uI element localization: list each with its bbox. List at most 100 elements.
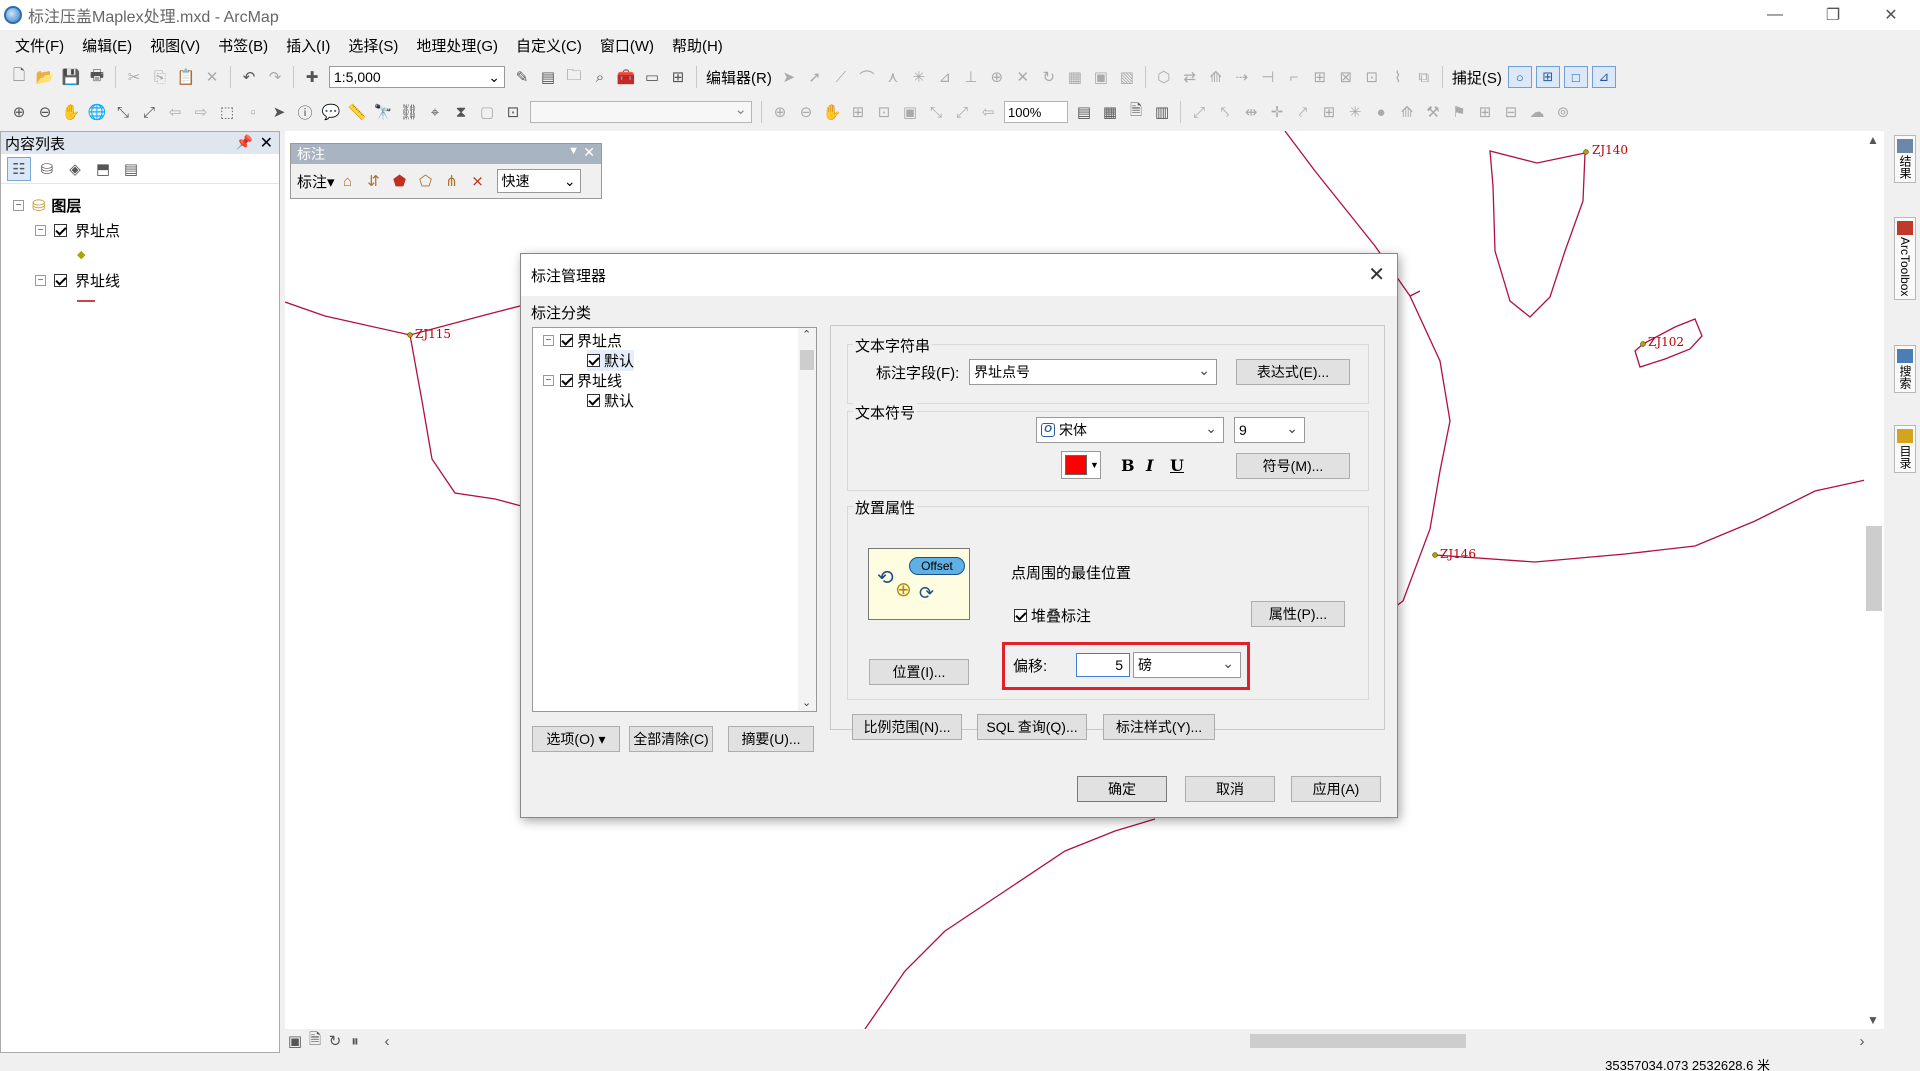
remove-labels-icon[interactable]: ⨯ (467, 170, 489, 192)
html-popup-icon[interactable]: 💬 (320, 101, 342, 123)
edit-vertices-icon[interactable]: ⊿ (934, 66, 956, 88)
point-snapping-icon[interactable]: ○ (1507, 66, 1532, 88)
zoom-in-icon[interactable]: ⊕ (8, 101, 30, 123)
menu-customize[interactable]: 自定义(C) (507, 35, 591, 56)
layout-back-icon[interactable]: ⇦ (977, 101, 999, 123)
end-point-arc-icon[interactable]: ⌒ (856, 66, 878, 88)
globe-icon[interactable]: ● (1370, 101, 1392, 123)
edit-tool-icon[interactable]: ➤ (778, 66, 800, 88)
extend-icon[interactable]: ⇢ (1231, 66, 1253, 88)
label-classes-tree[interactable]: − 界址点 默认 − 界址线 默认 ⌃ ⌄ (532, 327, 817, 712)
list-scrollbar[interactable]: ⌃ ⌄ (798, 328, 816, 711)
georeferencing-icon[interactable]: ⇄ (1179, 66, 1201, 88)
position-button[interactable]: 位置(I)... (869, 659, 969, 685)
editor-menu[interactable]: 编辑器(R) (702, 67, 776, 88)
scroll-up-icon[interactable]: ▲ (1867, 133, 1879, 147)
edit-annotation-icon[interactable]: ➚ (804, 66, 826, 88)
advanced-edit-icon[interactable]: ⟰ (1205, 66, 1227, 88)
editor-toolbar-icon[interactable]: ✎ (511, 66, 533, 88)
snapping-menu[interactable]: 捕捉(S) (1448, 67, 1506, 88)
menu-selection[interactable]: 选择(S) (339, 35, 407, 56)
toc-layer-row[interactable]: − 界址点 (35, 220, 120, 241)
class-tree-row-selected[interactable]: 默认 (587, 350, 635, 371)
dock-tab-catalog[interactable]: 目录 (1894, 425, 1916, 473)
italic-button[interactable]: I (1146, 456, 1153, 475)
scroll-left-icon[interactable]: ‹ (379, 1030, 395, 1052)
layer-visibility-checkbox[interactable] (54, 224, 67, 237)
scale-range-button[interactable]: 比例范围(N)... (852, 714, 962, 740)
line-intersection-icon[interactable]: ⊞ (1309, 66, 1331, 88)
bold-button[interactable]: B (1121, 456, 1135, 475)
layout-fixed-in-icon[interactable]: ⤡ (925, 101, 947, 123)
list-by-selection-icon[interactable]: ⬒ (91, 157, 115, 181)
class-checkbox[interactable] (587, 354, 600, 367)
pause-labeling-icon[interactable]: ⬠ (415, 170, 437, 192)
find-icon[interactable]: 🔭 (372, 101, 394, 123)
smooth-icon[interactable]: ⌇ (1387, 66, 1409, 88)
undo-icon[interactable]: ↶ (238, 66, 260, 88)
add-control-points-icon[interactable]: ✛ (1266, 101, 1288, 123)
stack-label-checkbox[interactable] (1014, 609, 1027, 622)
summary-button[interactable]: 摘要(U)... (728, 726, 814, 752)
class-checkbox[interactable] (560, 334, 573, 347)
new-document-icon[interactable]: 🗋 (8, 66, 30, 88)
arctoolbox-icon[interactable]: 🧰 (615, 66, 637, 88)
tool-b-icon[interactable]: ⊞ (1474, 101, 1496, 123)
view-unplaced-labels-icon[interactable]: ⋔ (441, 170, 463, 192)
model-builder-icon[interactable]: ⊞ (667, 66, 689, 88)
list-by-visibility-icon[interactable]: ◈ (63, 157, 87, 181)
print-icon[interactable]: 🖶 (86, 66, 108, 88)
toc-root-row[interactable]: − ⛁ 图层 (13, 195, 81, 216)
fixed-zoom-in-icon[interactable]: ⤡ (112, 101, 134, 123)
close-button[interactable]: ✕ (1862, 0, 1920, 30)
paste-icon[interactable]: 📋 (175, 66, 197, 88)
split-icon[interactable]: ✕ (1012, 66, 1034, 88)
refresh-icon[interactable]: ↻ (327, 1030, 343, 1052)
data-driven-pages-icon[interactable]: ▥ (1151, 101, 1173, 123)
placement-properties-button[interactable]: 属性(P)... (1251, 601, 1345, 627)
clear-selection-icon[interactable]: ▫ (242, 101, 264, 123)
layout-zoom-whole-icon[interactable]: ⊡ (873, 101, 895, 123)
add-data-icon[interactable]: ✚ (301, 66, 323, 88)
underline-button[interactable]: U (1170, 456, 1184, 475)
menu-insert[interactable]: 插入(I) (277, 35, 339, 56)
trace-icon[interactable]: ⋏ (882, 66, 904, 88)
font-size-combo[interactable]: 9 ⌄ (1234, 417, 1305, 443)
dock-tab-arctoolbox[interactable]: ArcToolbox (1894, 217, 1916, 301)
menu-file[interactable]: 文件(F) (6, 35, 73, 56)
labeling-menu[interactable]: 标注▾ (297, 171, 335, 192)
line-symbol[interactable] (77, 300, 95, 302)
scroll-down-icon[interactable]: ▼ (1867, 1013, 1879, 1027)
select-elements-icon[interactable]: ➤ (268, 101, 290, 123)
table-of-contents-icon[interactable]: ▤ (537, 66, 559, 88)
class-tree-row[interactable]: − 界址线 (543, 370, 622, 391)
label-field-combo[interactable]: 界址点号 ⌄ (969, 359, 1217, 385)
layout-full-extent-icon[interactable]: ⊞ (847, 101, 869, 123)
toc-layer-row[interactable]: − 界址线 (35, 270, 120, 291)
attributes-icon[interactable]: ▦ (1064, 66, 1086, 88)
dialog-title-bar[interactable]: 标注管理器 ✕ (521, 254, 1397, 296)
offset-input[interactable]: 5 (1076, 653, 1130, 677)
point-symbol[interactable]: ◆ (77, 248, 85, 261)
trim-icon[interactable]: ⊣ (1257, 66, 1279, 88)
data-frame-icon[interactable]: ⊡ (502, 101, 524, 123)
label-priority-icon[interactable]: ⇵ (363, 170, 385, 192)
layout-fixed-out-icon[interactable]: ⤢ (951, 101, 973, 123)
edge-snapping-icon[interactable]: ⊿ (1591, 66, 1616, 88)
class-checkbox[interactable] (560, 374, 573, 387)
georef-rotate-icon[interactable]: ⤢ (1188, 101, 1210, 123)
options-button[interactable]: 选项(O) ▾ (532, 726, 620, 752)
text-color-button[interactable]: ▼ (1061, 451, 1101, 479)
class-tree-row[interactable]: 默认 (587, 390, 634, 411)
draw-mode-combo[interactable]: 快速 ⌄ (496, 169, 581, 193)
fixed-zoom-out-icon[interactable]: ⤢ (138, 101, 160, 123)
map-vertical-scrollbar[interactable]: ▲ ▼ (1864, 131, 1884, 1029)
cut-icon[interactable]: ✂ (123, 66, 145, 88)
python-window-icon[interactable]: ▭ (641, 66, 663, 88)
georef-scale-icon[interactable]: ⇹ (1240, 101, 1262, 123)
layer-combo[interactable] (530, 100, 752, 123)
label-manager-icon[interactable]: ⌂ (337, 170, 359, 192)
scroll-thumb[interactable] (1866, 526, 1882, 611)
scroll-down-icon[interactable]: ⌄ (802, 696, 811, 709)
collapse-icon[interactable]: − (543, 335, 554, 346)
